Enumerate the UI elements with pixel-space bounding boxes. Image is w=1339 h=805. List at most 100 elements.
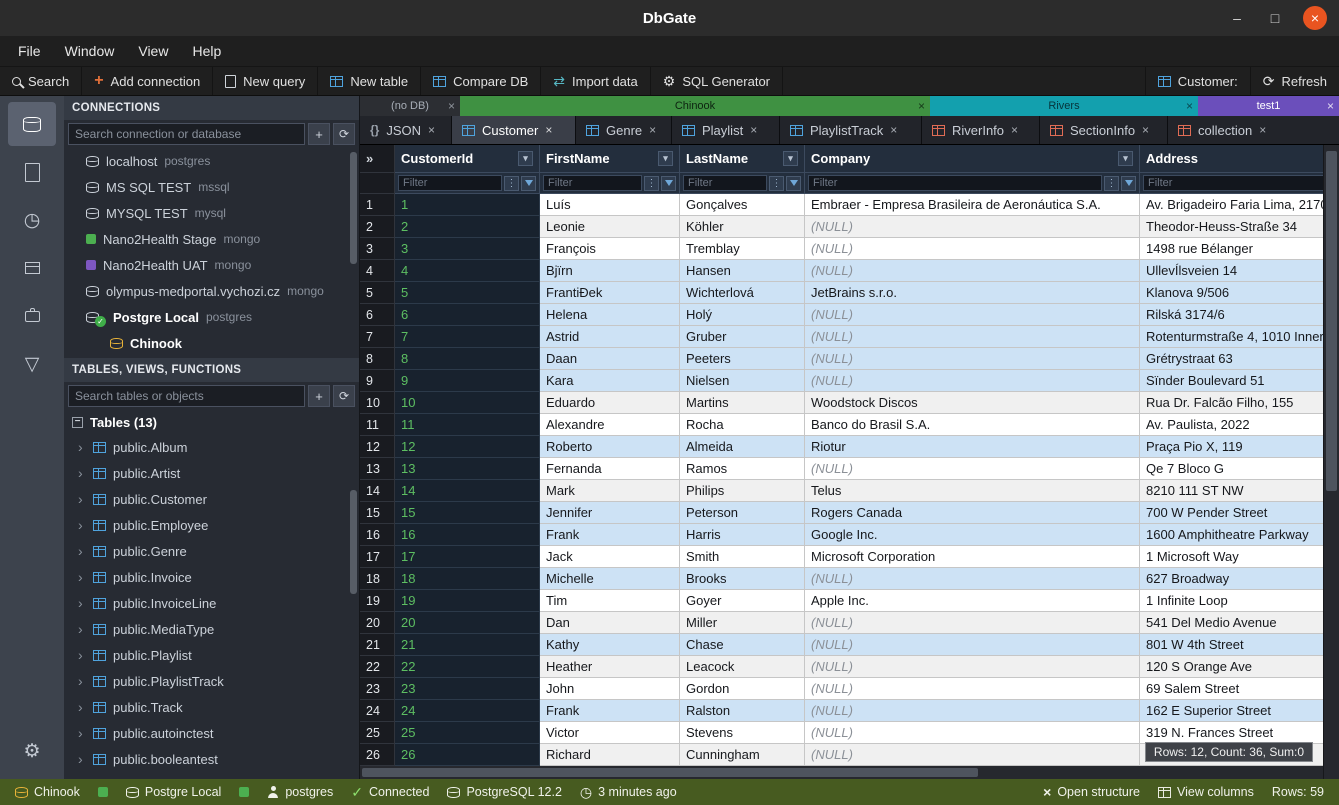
- close-tab-icon[interactable]: [890, 123, 897, 137]
- cell-company[interactable]: (NULL): [805, 326, 1140, 348]
- cell-lastname[interactable]: Köhler: [680, 216, 805, 238]
- cell-lastname[interactable]: Goyer: [680, 590, 805, 612]
- table-item-public-mediatype[interactable]: public.MediaType: [64, 616, 359, 642]
- column-dropdown-icon[interactable]: [658, 151, 673, 166]
- filter-menu-icon[interactable]: [769, 176, 784, 191]
- cell-company[interactable]: Microsoft Corporation: [805, 546, 1140, 568]
- cell-firstname[interactable]: Helena: [540, 304, 680, 326]
- row-number[interactable]: 7: [360, 326, 395, 348]
- cell-firstname[interactable]: Dan: [540, 612, 680, 634]
- db-tab-no-db[interactable]: (no DB): [360, 96, 460, 116]
- cell-company[interactable]: (NULL): [805, 304, 1140, 326]
- column-header-address[interactable]: Address: [1140, 145, 1323, 173]
- cell-firstname[interactable]: Frank: [540, 700, 680, 722]
- close-tab-icon[interactable]: [750, 123, 757, 137]
- row-number[interactable]: 16: [360, 524, 395, 546]
- cell-customerid[interactable]: 22: [395, 656, 540, 678]
- row-number[interactable]: 6: [360, 304, 395, 326]
- cell-firstname[interactable]: François: [540, 238, 680, 260]
- statusbar-open-structure[interactable]: ×Open structure: [1034, 785, 1149, 799]
- filter-input-customerid[interactable]: [398, 175, 502, 191]
- cell-address[interactable]: Sïnder Boulevard 51: [1140, 370, 1323, 392]
- db-tab-rivers[interactable]: Rivers: [930, 96, 1198, 116]
- tables-search-input[interactable]: [68, 385, 305, 407]
- cell-company[interactable]: Telus: [805, 480, 1140, 502]
- cell-customerid[interactable]: 7: [395, 326, 540, 348]
- tab-playlisttrack[interactable]: PlaylistTrack: [780, 116, 922, 144]
- cell-customerid[interactable]: 18: [395, 568, 540, 590]
- cell-firstname[interactable]: FrantiĐek: [540, 282, 680, 304]
- cell-company[interactable]: (NULL): [805, 744, 1140, 766]
- cell-lastname[interactable]: Stevens: [680, 722, 805, 744]
- tab-collection[interactable]: collection: [1168, 116, 1339, 144]
- cell-firstname[interactable]: Astrid: [540, 326, 680, 348]
- tab-genre[interactable]: Genre: [576, 116, 672, 144]
- close-tab-icon[interactable]: [918, 99, 925, 113]
- cell-firstname[interactable]: Victor: [540, 722, 680, 744]
- cell-address[interactable]: 801 W 4th Street: [1140, 634, 1323, 656]
- cell-firstname[interactable]: Daan: [540, 348, 680, 370]
- tab-riverinfo[interactable]: RiverInfo: [922, 116, 1040, 144]
- activitybar-history-icon[interactable]: ◷: [8, 198, 56, 242]
- cell-company[interactable]: Woodstock Discos: [805, 392, 1140, 414]
- cell-firstname[interactable]: Fernanda: [540, 458, 680, 480]
- connection-item-olympus-medportal-vychozi-cz[interactable]: olympus-medportal.vychozi.czmongo: [64, 278, 359, 304]
- row-number[interactable]: 20: [360, 612, 395, 634]
- cell-address[interactable]: Praça Pio X, 119: [1140, 436, 1323, 458]
- cell-customerid[interactable]: 23: [395, 678, 540, 700]
- cell-company[interactable]: (NULL): [805, 700, 1140, 722]
- cell-firstname[interactable]: Richard: [540, 744, 680, 766]
- cell-customerid[interactable]: 15: [395, 502, 540, 524]
- cell-lastname[interactable]: Holý: [680, 304, 805, 326]
- row-number[interactable]: 17: [360, 546, 395, 568]
- menu-file[interactable]: File: [8, 39, 51, 63]
- cell-customerid[interactable]: 16: [395, 524, 540, 546]
- cell-address[interactable]: Klanova 9/506: [1140, 282, 1323, 304]
- row-number[interactable]: 14: [360, 480, 395, 502]
- row-number[interactable]: 4: [360, 260, 395, 282]
- cell-lastname[interactable]: Hansen: [680, 260, 805, 282]
- toolbar-sql-generator-button[interactable]: ⚙SQL Generator: [651, 67, 783, 95]
- cell-firstname[interactable]: Heather: [540, 656, 680, 678]
- cell-address[interactable]: 319 N. Frances Street: [1140, 722, 1323, 744]
- close-tab-icon[interactable]: [1186, 99, 1193, 113]
- row-number[interactable]: 3: [360, 238, 395, 260]
- toolbar-refresh-button[interactable]: ⟳Refresh: [1250, 67, 1339, 95]
- cell-lastname[interactable]: Harris: [680, 524, 805, 546]
- statusbar-green-dot-icon[interactable]: [230, 787, 258, 797]
- cell-firstname[interactable]: Kathy: [540, 634, 680, 656]
- horizontal-scrollbar-thumb[interactable]: [362, 768, 978, 777]
- toolbar-new-table-button[interactable]: New table: [318, 67, 421, 95]
- connection-item-postgre-local[interactable]: Postgre Localpostgres: [64, 304, 359, 330]
- cell-firstname[interactable]: Eduardo: [540, 392, 680, 414]
- statusbar-postgresql-12-2[interactable]: PostgreSQL 12.2: [438, 785, 570, 799]
- cell-address[interactable]: UllevÍlsveien 14: [1140, 260, 1323, 282]
- table-item-public-album[interactable]: public.Album: [64, 434, 359, 460]
- cell-firstname[interactable]: Mark: [540, 480, 680, 502]
- cell-company[interactable]: (NULL): [805, 238, 1140, 260]
- cell-firstname[interactable]: John: [540, 678, 680, 700]
- cell-customerid[interactable]: 11: [395, 414, 540, 436]
- cell-address[interactable]: 1 Microsoft Way: [1140, 546, 1323, 568]
- cell-firstname[interactable]: Michelle: [540, 568, 680, 590]
- table-item-public-track[interactable]: public.Track: [64, 694, 359, 720]
- toolbar-compare-db-button[interactable]: Compare DB: [421, 67, 541, 95]
- cell-company[interactable]: Rogers Canada: [805, 502, 1140, 524]
- table-item-public-customer[interactable]: public.Customer: [64, 486, 359, 512]
- cell-customerid[interactable]: 1: [395, 194, 540, 216]
- close-tab-icon[interactable]: [1142, 123, 1149, 137]
- statusbar-green-dot-icon[interactable]: [89, 787, 117, 797]
- activitybar-databases-icon[interactable]: [8, 102, 56, 146]
- connection-item-nano2health-uat[interactable]: Nano2Health UATmongo: [64, 252, 359, 278]
- cell-firstname[interactable]: Frank: [540, 524, 680, 546]
- table-item-public-playlisttrack[interactable]: public.PlaylistTrack: [64, 668, 359, 694]
- cell-lastname[interactable]: Gonçalves: [680, 194, 805, 216]
- toolbar-customer-button[interactable]: Customer:: [1145, 67, 1250, 95]
- collapse-icon[interactable]: [72, 417, 83, 428]
- cell-address[interactable]: Av. Paulista, 2022: [1140, 414, 1323, 436]
- cell-lastname[interactable]: Gordon: [680, 678, 805, 700]
- cell-customerid[interactable]: 9: [395, 370, 540, 392]
- cell-lastname[interactable]: Miller: [680, 612, 805, 634]
- cell-lastname[interactable]: Rocha: [680, 414, 805, 436]
- cell-company[interactable]: Embraer - Empresa Brasileira de Aeronáut…: [805, 194, 1140, 216]
